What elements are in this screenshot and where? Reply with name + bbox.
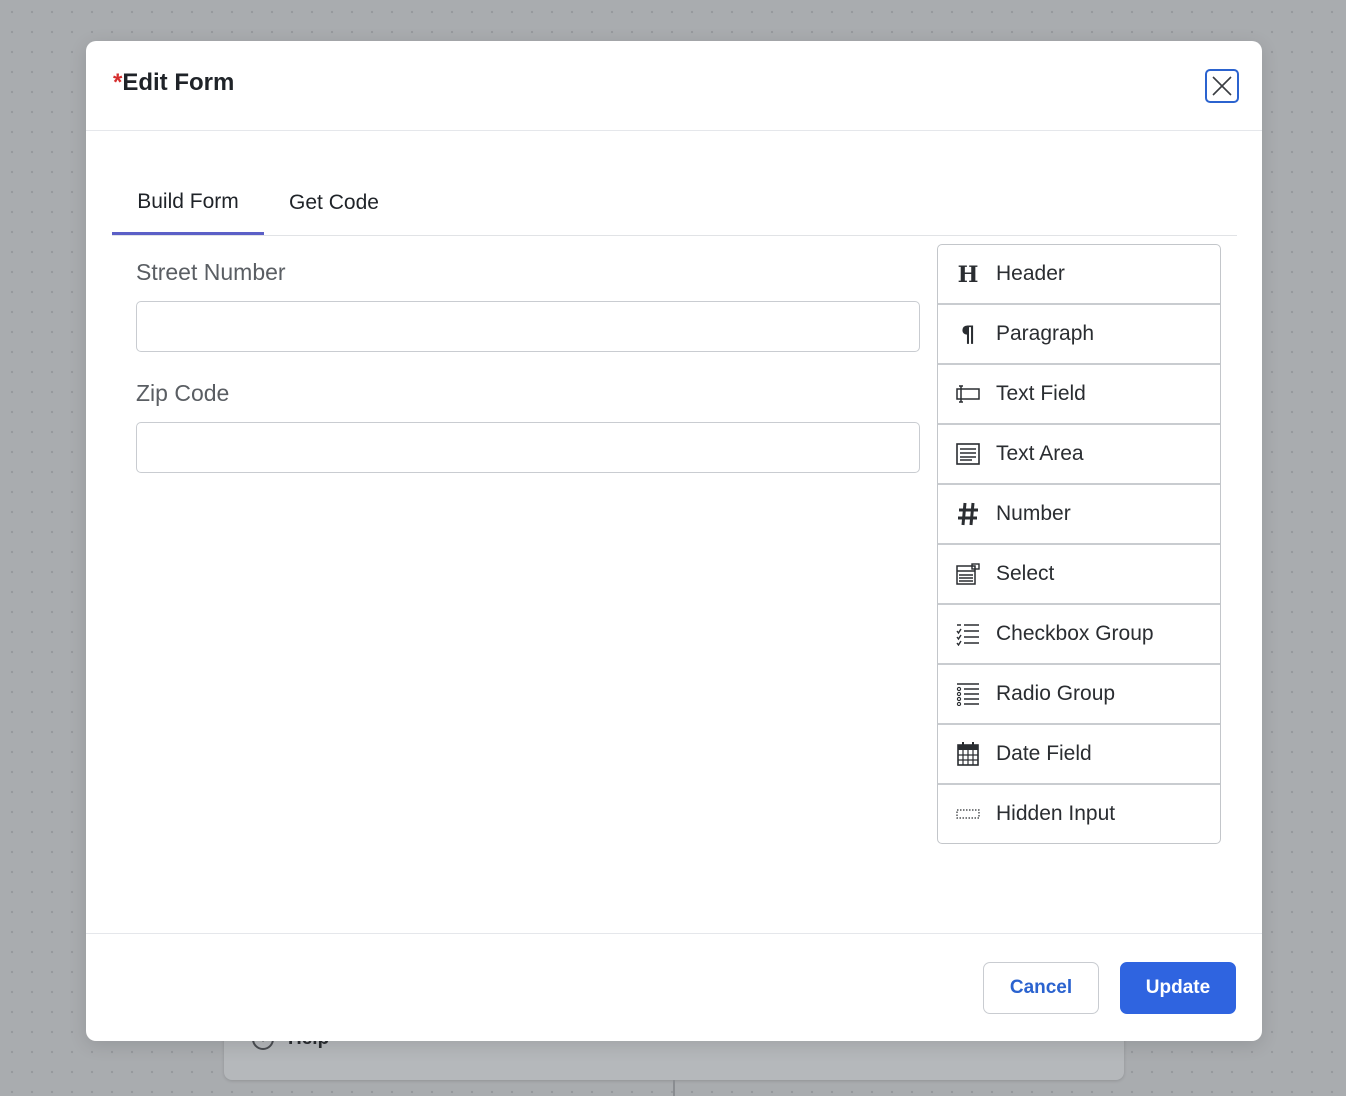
control-radio-group-label: Radio Group (996, 682, 1116, 705)
text-area-icon (955, 441, 981, 467)
tab-bar: Build Form Get Code (112, 171, 1237, 236)
control-hidden-input[interactable]: Hidden Input (938, 785, 1220, 843)
control-paragraph-label: Paragraph (996, 322, 1095, 345)
control-number[interactable]: Number (938, 485, 1220, 545)
control-radio-group[interactable]: Radio Group (938, 665, 1220, 725)
required-marker: * (113, 69, 123, 96)
control-text-field[interactable]: Text Field (938, 365, 1220, 425)
street-number-label: Street Number (136, 259, 286, 285)
tab-get-code[interactable]: Get Code (264, 171, 404, 235)
control-checkbox-group[interactable]: Checkbox Group (938, 605, 1220, 665)
close-icon (1212, 76, 1232, 96)
text-field-icon (955, 381, 981, 407)
svg-text:¶: ¶ (961, 323, 975, 346)
tab-build-form[interactable]: Build Form (112, 171, 264, 235)
paragraph-icon: ¶ (955, 321, 981, 347)
checkbox-group-icon (955, 621, 981, 647)
svg-text:H: H (958, 262, 979, 286)
control-text-field-label: Text Field (996, 382, 1086, 405)
modal-title-text: Edit Form (122, 69, 235, 96)
edit-form-modal: *Edit Form Build Form Get Code Street Nu… (86, 41, 1262, 1041)
cancel-button[interactable]: Cancel (983, 962, 1099, 1014)
control-hidden-input-label: Hidden Input (996, 802, 1116, 825)
control-header[interactable]: H Header (938, 245, 1220, 305)
close-button[interactable] (1205, 69, 1239, 103)
background-connector (673, 1080, 675, 1096)
update-button[interactable]: Update (1120, 962, 1236, 1014)
select-icon (955, 561, 981, 587)
header-icon: H (955, 261, 981, 287)
hidden-input-icon (955, 801, 981, 827)
number-icon (955, 501, 981, 527)
control-text-area-label: Text Area (996, 442, 1084, 465)
tab-get-code-label: Get Code (289, 191, 379, 214)
control-date-field[interactable]: Date Field (938, 725, 1220, 785)
date-field-icon (955, 741, 981, 767)
control-paragraph[interactable]: ¶ Paragraph (938, 305, 1220, 365)
control-checkbox-group-label: Checkbox Group (996, 622, 1154, 645)
control-select-label: Select (996, 562, 1055, 585)
modal-footer: Cancel Update (86, 933, 1262, 1042)
radio-group-icon (955, 681, 981, 707)
control-select[interactable]: Select (938, 545, 1220, 605)
street-number-input[interactable] (136, 301, 920, 352)
control-date-field-label: Date Field (996, 742, 1092, 765)
form-controls-panel: H Header ¶ Paragraph Text Field Text Are… (937, 244, 1221, 844)
modal-header: *Edit Form (86, 41, 1262, 131)
control-number-label: Number (996, 502, 1071, 525)
zip-code-input[interactable] (136, 422, 920, 473)
zip-code-label: Zip Code (136, 380, 230, 406)
control-header-label: Header (996, 262, 1065, 285)
modal-title: *Edit Form (113, 69, 234, 97)
tab-build-form-label: Build Form (137, 189, 239, 213)
control-text-area[interactable]: Text Area (938, 425, 1220, 485)
